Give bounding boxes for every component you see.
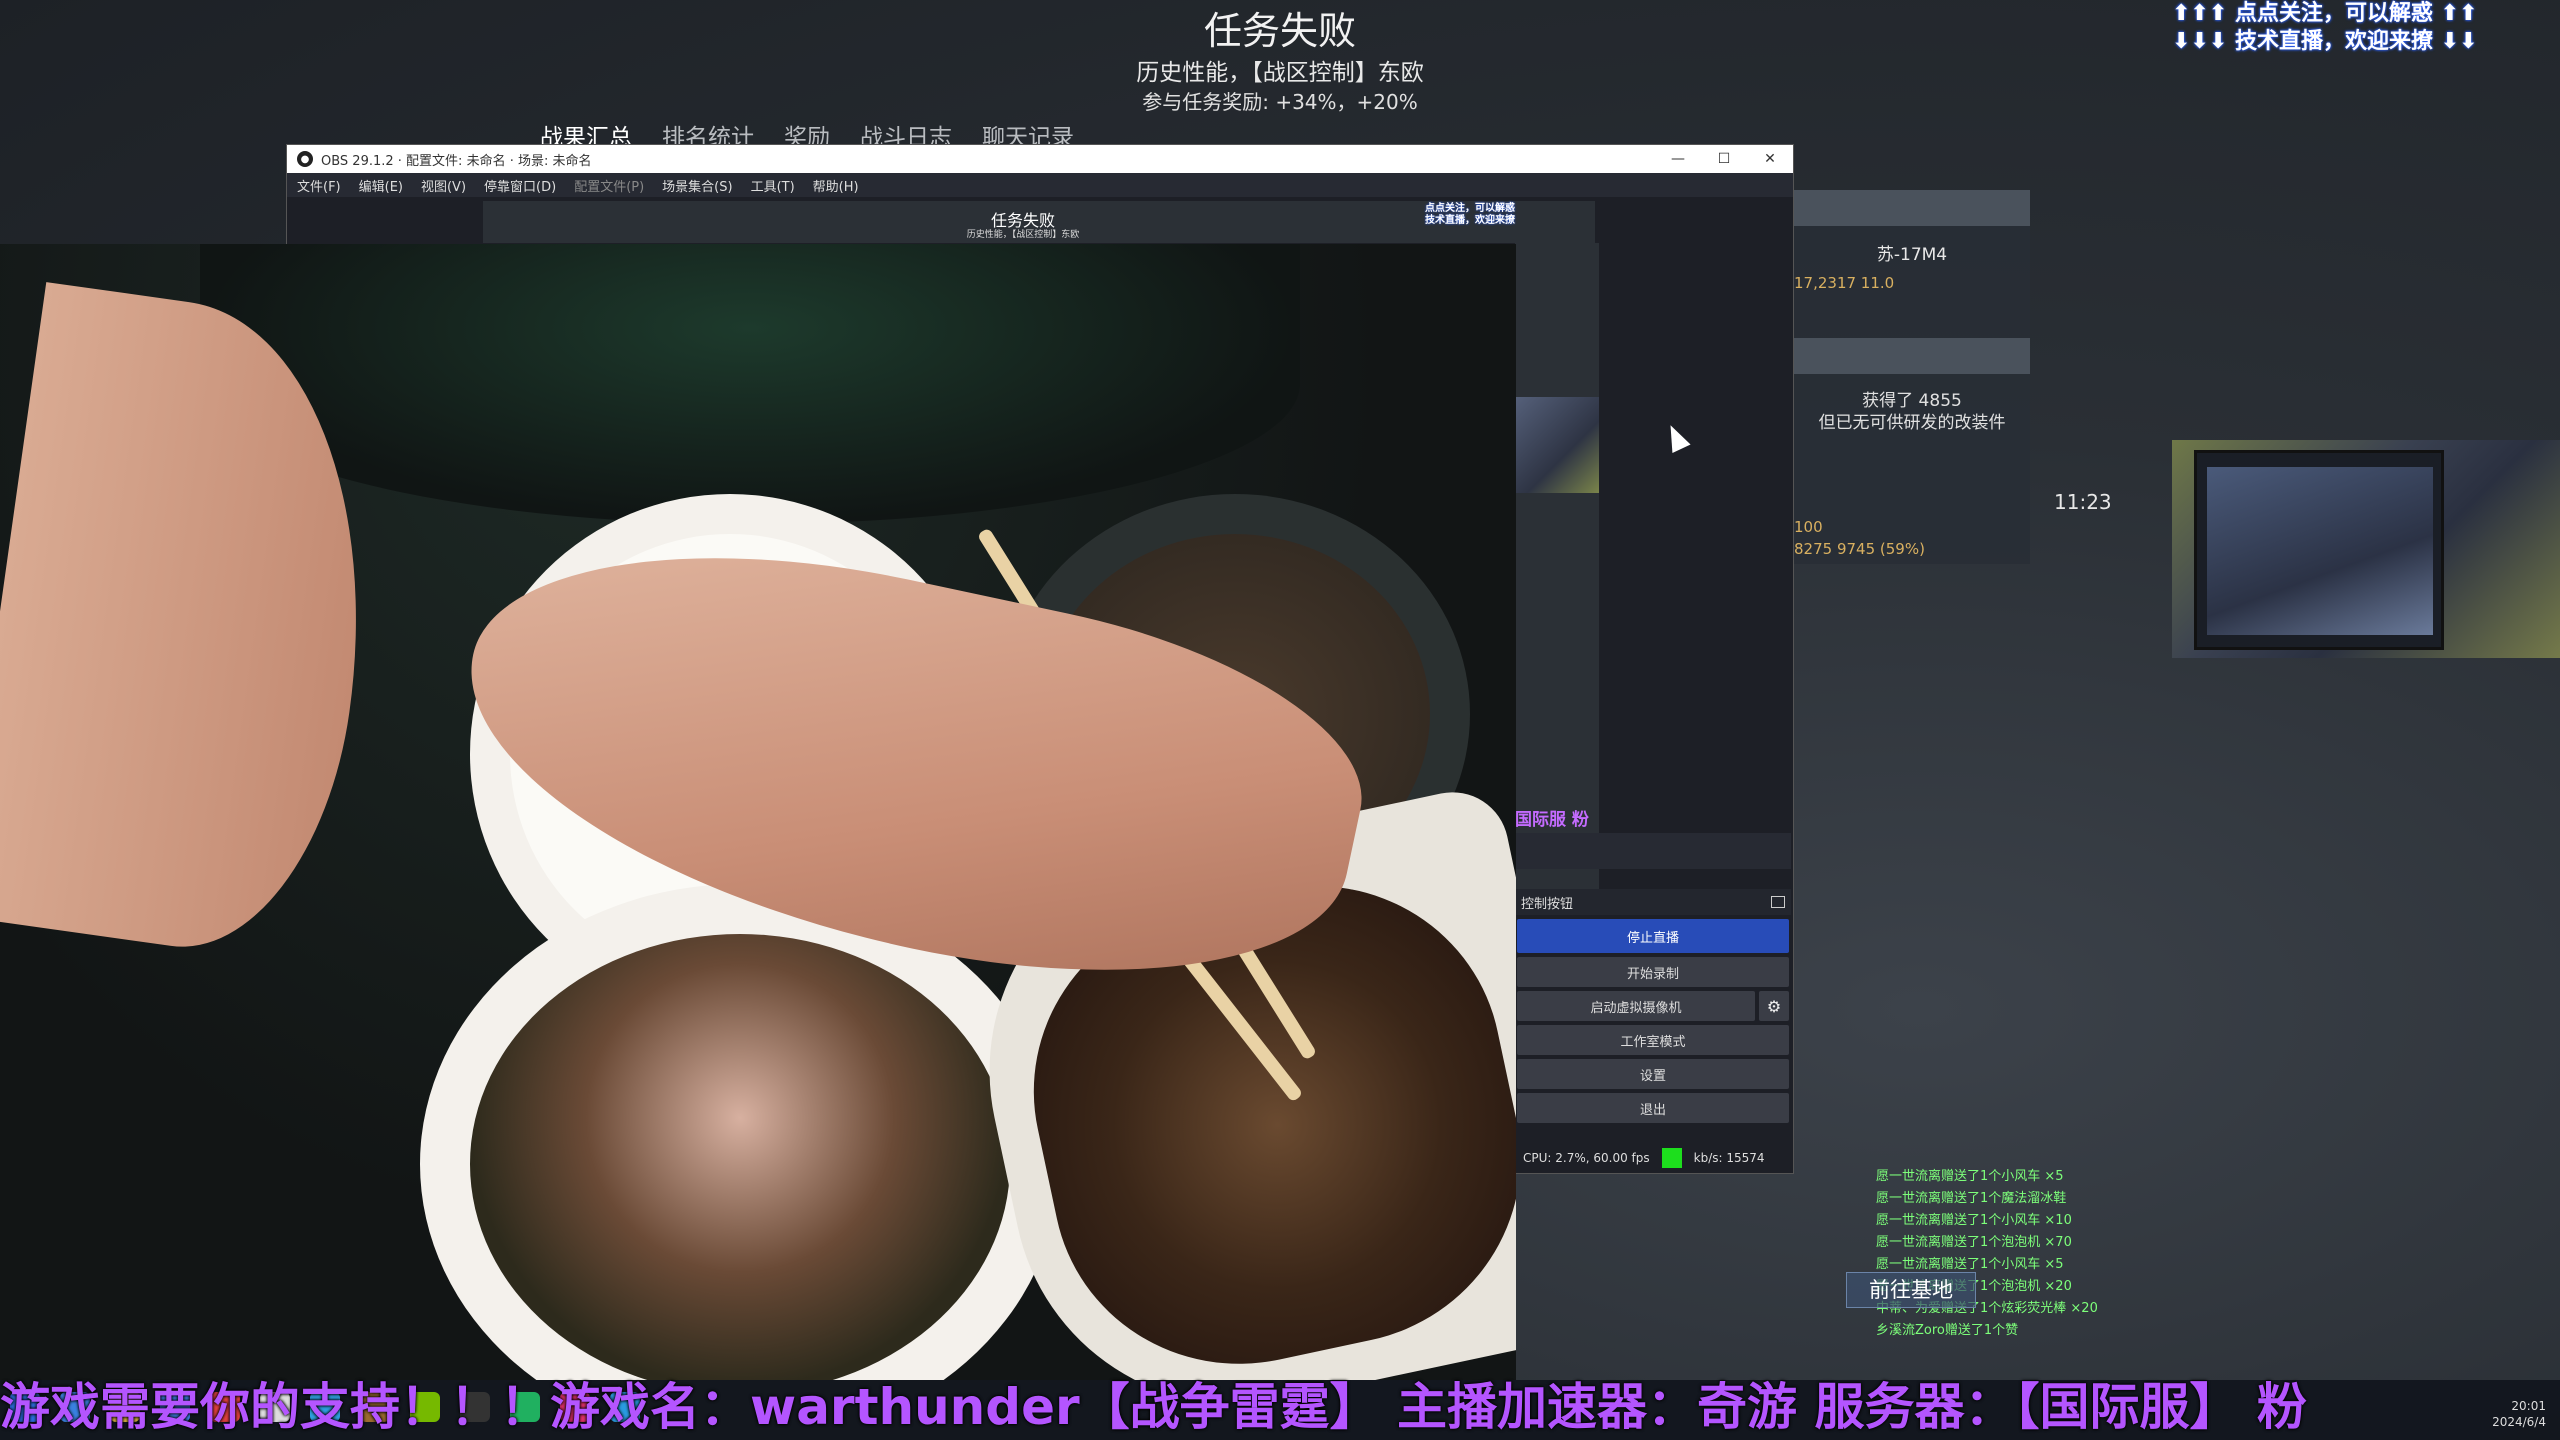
lotus-bowl [420,884,1060,1380]
dock-float-icon[interactable] [1771,896,1785,908]
controls-dock-title: 控制按钮 [1521,896,1574,912]
studio-mode-button[interactable]: 工作室模式 [1517,1025,1789,1055]
overlay-line-1: ⬆⬆⬆ 点点关注，可以解惑 ⬆⬆ [2172,1,2478,26]
chat-line: 愿一世流离赠送了1个魔法溜冰鞋 [1876,1191,2067,1206]
lotus-dish [470,934,1010,1380]
gear-icon[interactable]: ⚙ [1759,991,1789,1021]
preview-overlay-line-2: 技术直播，欢迎来撩 [1425,215,1515,226]
settings-button[interactable]: 设置 [1517,1059,1789,1089]
bitrate-status: kb/s: 15574 [1693,1151,1765,1165]
system-clock[interactable]: 20:01 2024/6/4 [2492,1398,2546,1430]
menu-file[interactable]: 文件(F) [297,176,341,195]
overlay-line-2: ⬇⬇⬇ 技术直播，欢迎来撩 ⬇⬇ [2172,29,2478,54]
room-camera-pip [2172,440,2560,658]
obs-preview-top: 任务失败 历史性能，【战区控制】东欧 点点关注，可以解惑 技术直播，欢迎来撩 [483,201,1595,243]
clock-time: 20:01 [2511,1399,2546,1413]
chat-line: 愿一世流离赠送了1个小风车 ×5 [1876,1169,2064,1184]
mission-subtitle: 历史性能，【战区控制】东欧 [1136,60,1424,86]
preview-subtitle: 历史性能，【战区控制】东欧 [966,230,1080,240]
menu-help[interactable]: 帮助(H) [813,176,859,195]
maximize-button[interactable]: ☐ [1701,145,1747,173]
stream-overlay-follow-text: ⬆⬆⬆ 点点关注，可以解惑 ⬆⬆ ⬇⬇⬇ 技术直播，欢迎来撩 ⬇⬇ [2172,0,2552,56]
window-controls: — ☐ ✕ [1655,145,1793,173]
reward-line-1: 100 [1794,518,1823,536]
dock-separator [1515,833,1791,869]
reward-line-2: 8275 9745 (59%) [1794,540,1925,558]
start-virtual-camera-button[interactable]: 启动虚拟摄像机 [1517,991,1755,1021]
controls-dock-header: 控制按钮 [1515,889,1791,915]
minimize-button[interactable]: — [1655,145,1701,173]
obs-titlebar[interactable]: ● OBS 29.1.2 · 配置文件: 未命名 · 场景: 未命名 — ☐ ✕ [287,145,1793,173]
chat-line: 乡溪流Zoro赠送了1个赞 [1876,1323,2019,1338]
stop-stream-button[interactable]: 停止直播 [1517,919,1789,953]
scrolling-ticker: 游戏需要你的支持！！！游戏名：warthunder【战争雷霆】 主播加速器：奇游… [0,1378,2307,1436]
monitor-screen [2207,467,2433,635]
menu-tools[interactable]: 工具(T) [751,176,795,195]
person-shirt [200,244,1300,524]
mission-result-title: 任务失败 [1203,9,1356,53]
cpu-fps-status: CPU: 2.7%, 60.00 fps [1523,1151,1650,1165]
close-button[interactable]: ✕ [1747,145,1793,173]
monitor-photo [2194,450,2444,650]
research-earned: 获得了 4855 但已无可供研发的改装件 [1794,390,2030,434]
menu-scene-collection[interactable]: 场景集合(S) [662,176,732,195]
chat-line: 愿一世流离赠送了1个泡泡机 ×70 [1876,1235,2072,1250]
menu-docks[interactable]: 停靠窗口(D) [484,176,556,195]
stream-health-indicator [1661,1148,1682,1168]
reward-totals: 100 8275 9745 (59%) [1794,516,1925,560]
exit-button[interactable]: 退出 [1517,1093,1789,1123]
menu-profile[interactable]: 配置文件(P) [574,176,644,195]
vehicle-name: 苏-17M4 [1876,245,1948,265]
clock-date: 2024/6/4 [2492,1415,2546,1429]
obs-statusbar: CPU: 2.7%, 60.00 fps kb/s: 15574 [1515,1143,1791,1173]
menu-view[interactable]: 视图(V) [421,176,466,195]
earned-line-2: 但已无可供研发的改装件 [1818,413,2006,433]
earned-line-1: 获得了 4855 [1862,391,1962,411]
panel-header-2 [1794,338,2030,374]
controls-dock: 控制按钮 停止直播 开始录制 启动虚拟摄像机 ⚙ 工作室模式 设置 退出 [1515,889,1791,1167]
mission-reward: 参与任务奖励: +34%，+20% [1142,90,1418,114]
go-to-base-button[interactable]: 前往基地 [1846,1272,1976,1308]
obs-logo-icon: ● [297,151,313,167]
preview-ticker: 国际服 粉 [1515,810,1589,830]
virtual-camera-row: 启动虚拟摄像机 ⚙ [1517,991,1789,1021]
gift-chat-feed: 愿一世流离赠送了1个小风车 ×5 愿一世流离赠送了1个魔法溜冰鞋 愿一世流离赠送… [1876,1166,2176,1342]
obs-window-title: OBS 29.1.2 · 配置文件: 未命名 · 场景: 未命名 [321,153,592,169]
battle-result-panel: 苏-17M4 17,2317 11.0 获得了 4855 但已无可供研发的改装件… [1794,190,2112,564]
chat-line: 愿一世流离赠送了1个小风车 ×10 [1876,1213,2072,1228]
battle-time: 11:23 [2054,490,2112,514]
preview-overlay: 点点关注，可以解惑 技术直播，欢迎来撩 [1425,203,1595,227]
game-result-header: 任务失败 历史性能，【战区控制】东欧 参与任务奖励: +34%，+20% [1000,4,1560,116]
menu-edit[interactable]: 编辑(E) [359,176,403,195]
preview-pip-thumbnail [1515,397,1599,493]
webcam-overlay [0,244,1516,1380]
obs-menubar: 文件(F) 编辑(E) 视图(V) 停靠窗口(D) 配置文件(P) 场景集合(S… [287,173,1793,197]
preview-overlay-line-1: 点点关注，可以解惑 [1425,203,1515,214]
vehicle-stats: 17,2317 11.0 [1794,274,1895,292]
start-recording-button[interactable]: 开始录制 [1517,957,1789,987]
